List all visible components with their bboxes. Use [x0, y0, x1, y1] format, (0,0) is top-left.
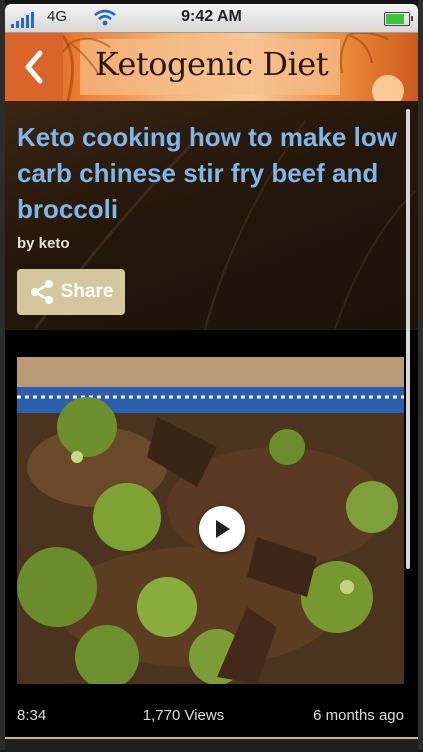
- share-icon: [30, 280, 53, 304]
- scrollbar[interactable]: [406, 109, 410, 569]
- back-button[interactable]: [5, 33, 63, 101]
- app-title: Ketogenic Diet: [94, 45, 329, 83]
- share-button[interactable]: Share: [17, 269, 125, 315]
- article-title: Keto cooking how to make low carb chines…: [17, 122, 397, 224]
- chevron-left-icon: [25, 50, 43, 84]
- battery-icon: [384, 12, 413, 26]
- play-icon: [216, 520, 230, 538]
- play-button[interactable]: [199, 506, 245, 552]
- battery-level: [386, 14, 404, 24]
- status-time: 9:42 AM: [181, 8, 242, 25]
- video-duration: 8:34: [17, 707, 47, 724]
- video-meta: 8:34 1,770 Views 6 months ago: [17, 707, 404, 724]
- article-content: Keto cooking how to make low carb chines…: [5, 101, 418, 737]
- share-label: Share: [60, 281, 114, 302]
- app-header: Ketogenic Diet: [5, 33, 418, 101]
- video-player: 8:34 1,770 Views 6 months ago: [5, 330, 418, 737]
- status-bar: 4G 9:42 AM: [5, 4, 418, 33]
- video-views: 1,770 Views: [142, 707, 225, 724]
- video-age: 6 months ago: [313, 707, 404, 724]
- device-edge-right: [418, 0, 423, 750]
- article-byline: by keto: [17, 235, 70, 252]
